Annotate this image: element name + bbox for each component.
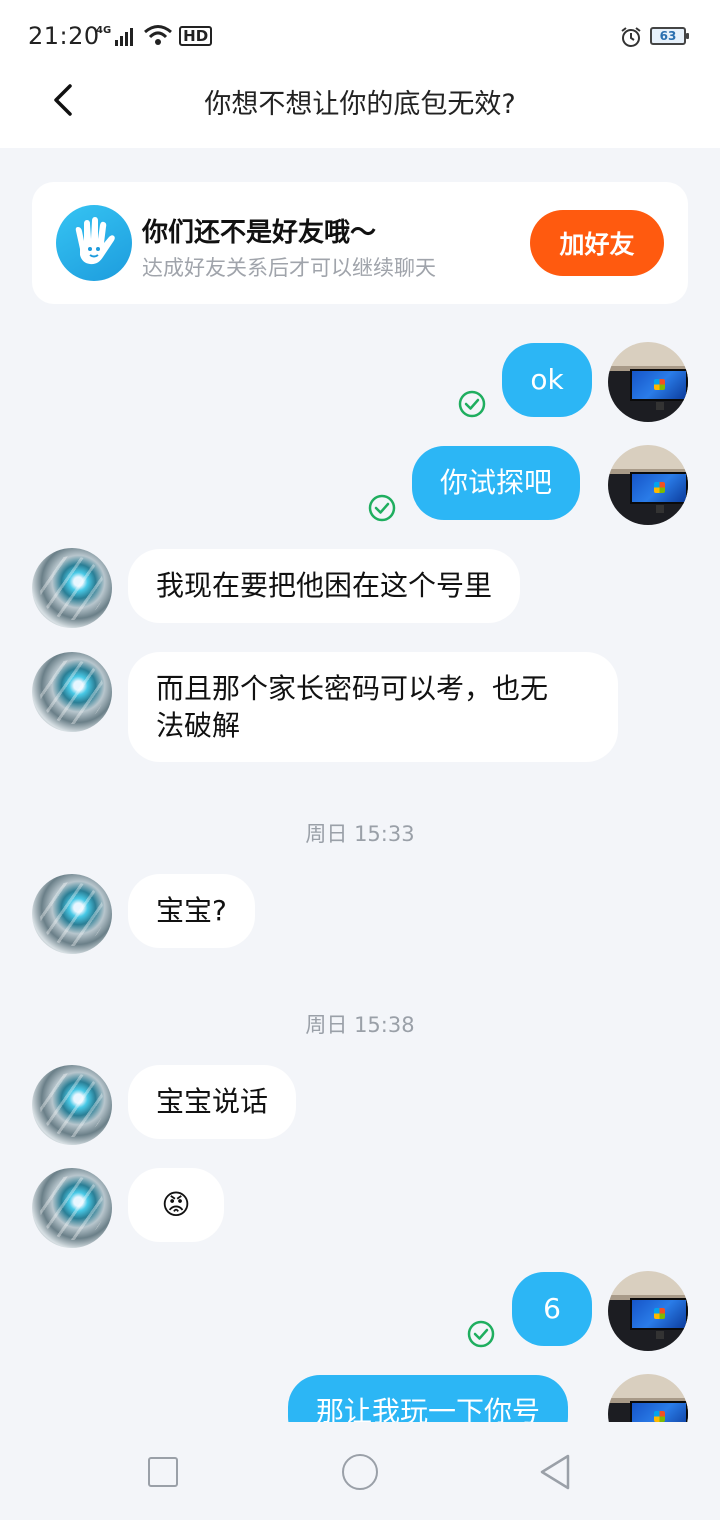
avatar-other[interactable] (32, 1168, 112, 1248)
avatar-self[interactable] (608, 1271, 688, 1351)
signal-icon (115, 28, 134, 46)
message-bubble-incoming[interactable]: 😡 (128, 1168, 224, 1242)
message-bubble-outgoing[interactable]: 你试探吧 (412, 446, 581, 520)
message-bubble-outgoing[interactable]: 6 (512, 1272, 592, 1346)
avatar-self[interactable] (608, 445, 688, 525)
network-icons: 4G HD (96, 24, 213, 46)
timestamp-label: 周日 15:38 (305, 1013, 415, 1037)
page-title: 你想不想让你的底包无效? (204, 89, 516, 120)
read-check-icon (467, 1320, 495, 1348)
read-check-icon (368, 494, 396, 522)
battery-level: 63 (659, 29, 677, 43)
message-bubble-incoming[interactable]: 宝宝说话 (128, 1065, 297, 1139)
avatar-other[interactable] (32, 1065, 112, 1145)
chevron-left-icon[interactable] (44, 80, 84, 120)
network-type-label: 4G (96, 25, 112, 36)
hand-wave-icon (56, 205, 132, 281)
back-triangle-icon[interactable] (538, 1452, 572, 1492)
message-bubble-incoming[interactable]: 宝宝? (128, 874, 255, 948)
friend-request-card: 你们还不是好友哦～ 达成好友关系后才可以继续聊天 加好友 (32, 182, 688, 304)
wifi-icon (144, 25, 173, 45)
avatar-self[interactable] (608, 342, 688, 422)
hd-icon: HD (179, 26, 213, 46)
message-bubble-incoming[interactable]: 而且那个家长密码可以考，也无 法破解 (128, 652, 618, 762)
angry-face-emoji: 😡 (161, 1188, 191, 1221)
friend-card-title: 你们还不是好友哦～ (142, 218, 377, 248)
message-line: 法破解 (156, 709, 241, 742)
avatar-other[interactable] (32, 874, 112, 954)
message-line: 而且那个家长密码可以考，也无 (156, 672, 549, 705)
alarm-icon (621, 27, 641, 47)
friend-card-subtitle: 达成好友关系后才可以继续聊天 (142, 256, 436, 280)
chat-header: 你想不想让你的底包无效? (0, 72, 720, 148)
avatar-other[interactable] (32, 652, 112, 732)
message-bubble-outgoing[interactable]: ok (502, 343, 592, 417)
add-friend-button[interactable]: 加好友 (530, 210, 664, 276)
status-time: 21:20 (28, 22, 100, 50)
system-nav-bar (0, 1422, 720, 1520)
battery-icon: 63 (650, 27, 689, 45)
avatar-other[interactable] (32, 548, 112, 628)
home-icon[interactable] (342, 1454, 378, 1490)
read-check-icon (458, 390, 486, 418)
timestamp-label: 周日 15:33 (305, 822, 415, 846)
status-bar: 21:20 4G HD 63 (0, 0, 720, 72)
recent-apps-icon[interactable] (148, 1457, 178, 1487)
message-bubble-incoming[interactable]: 我现在要把他困在这个号里 (128, 549, 521, 623)
